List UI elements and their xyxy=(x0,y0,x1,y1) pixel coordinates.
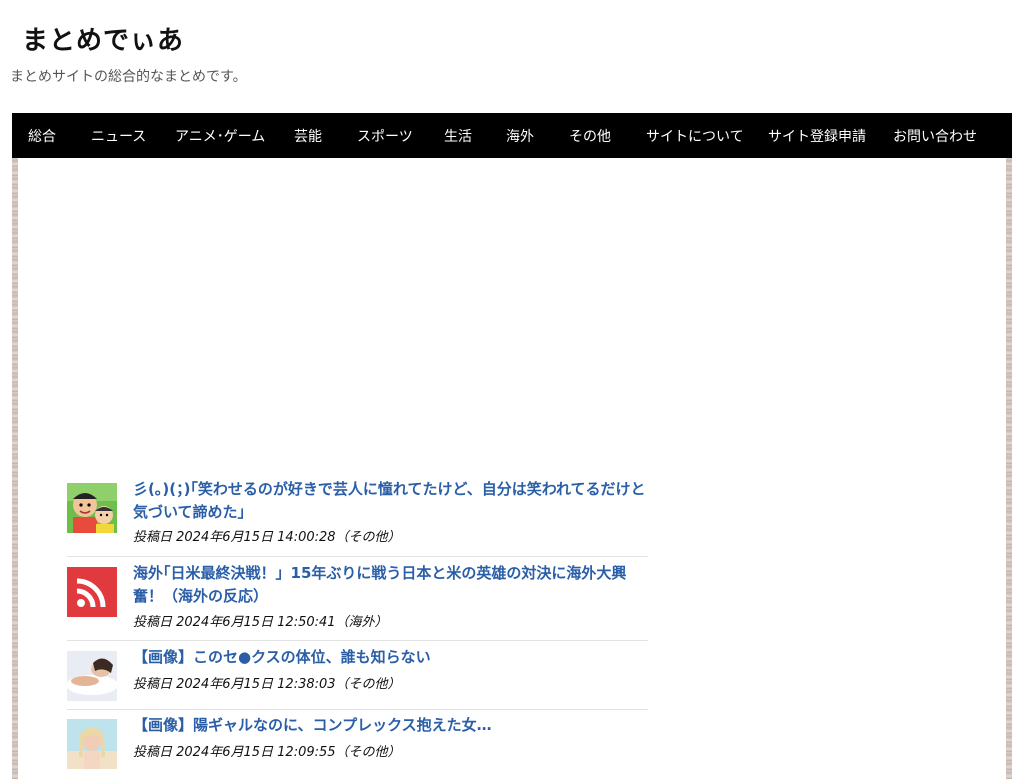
nav-item-contact[interactable]: お問い合わせ xyxy=(893,126,977,146)
post-title-link[interactable]: 海外｢日米最終決戦！」15年ぶりに戦う日本と米の英雄の対決に海外大興奮！（海外の… xyxy=(133,562,648,608)
photo-icon xyxy=(67,719,117,769)
post-title-link[interactable]: 【画像】このセ●クスの体位、誰も知らない xyxy=(133,646,648,669)
frame-border-right xyxy=(1006,158,1012,779)
site-title[interactable]: まとめでぃあ xyxy=(22,20,184,57)
post-item: 【画像】陽ギャルなのに、コンプレックス抱えた女… 投稿日 2024年6月15日 … xyxy=(67,712,648,779)
photo-icon xyxy=(67,651,117,701)
rss-icon xyxy=(67,567,117,617)
post-meta: 投稿日 2024年6月15日 12:50:41（海外） xyxy=(133,615,388,630)
post-thumbnail[interactable] xyxy=(67,483,117,533)
nav-item-news[interactable]: ニュース xyxy=(91,126,146,146)
post-thumbnail[interactable] xyxy=(67,719,117,769)
post-thumbnail[interactable] xyxy=(67,651,117,701)
nav-item-register[interactable]: サイト登録申請 xyxy=(768,126,866,146)
post-title-link[interactable]: 【画像】陽ギャルなのに、コンプレックス抱えた女… xyxy=(133,714,648,737)
nav-item-anime-game[interactable]: アニメ･ゲーム xyxy=(175,126,265,146)
nav-item-sonota[interactable]: その他 xyxy=(569,126,611,146)
post-item: 彡(｡)(；)｢笑わせるのが好きで芸人に憧れてたけど、自分は笑われてるだけと気づ… xyxy=(67,478,648,557)
post-item: 【画像】このセ●クスの体位、誰も知らない 投稿日 2024年6月15日 12:3… xyxy=(67,644,648,710)
site-description: まとめサイトの総合的なまとめです。 xyxy=(10,69,247,85)
nav-item-seikatsu[interactable]: 生活 xyxy=(444,126,472,146)
main-content: 彡(｡)(；)｢笑わせるのが好きで芸人に憧れてたけど、自分は笑われてるだけと気づ… xyxy=(18,158,1006,779)
post-item: 海外｢日米最終決戦！」15年ぶりに戦う日本と米の英雄の対決に海外大興奮！（海外の… xyxy=(67,560,648,641)
cartoon-avatar-icon xyxy=(67,483,117,533)
nav-item-sougou[interactable]: 総合 xyxy=(28,126,56,146)
main-nav: 総合 ニュース アニメ･ゲーム 芸能 スポーツ 生活 海外 その他 サイトについ… xyxy=(12,113,1012,158)
post-meta: 投稿日 2024年6月15日 14:00:28（その他） xyxy=(133,530,401,545)
nav-item-geinou[interactable]: 芸能 xyxy=(294,126,322,146)
nav-item-kaigai[interactable]: 海外 xyxy=(506,126,534,146)
nav-item-about[interactable]: サイトについて xyxy=(646,126,744,146)
nav-item-sports[interactable]: スポーツ xyxy=(357,126,413,146)
post-meta: 投稿日 2024年6月15日 12:09:55（その他） xyxy=(133,745,401,760)
post-thumbnail[interactable] xyxy=(67,567,117,617)
post-title-link[interactable]: 彡(｡)(；)｢笑わせるのが好きで芸人に憧れてたけど、自分は笑われてるだけと気づ… xyxy=(133,478,648,524)
post-meta: 投稿日 2024年6月15日 12:38:03（その他） xyxy=(133,677,401,692)
